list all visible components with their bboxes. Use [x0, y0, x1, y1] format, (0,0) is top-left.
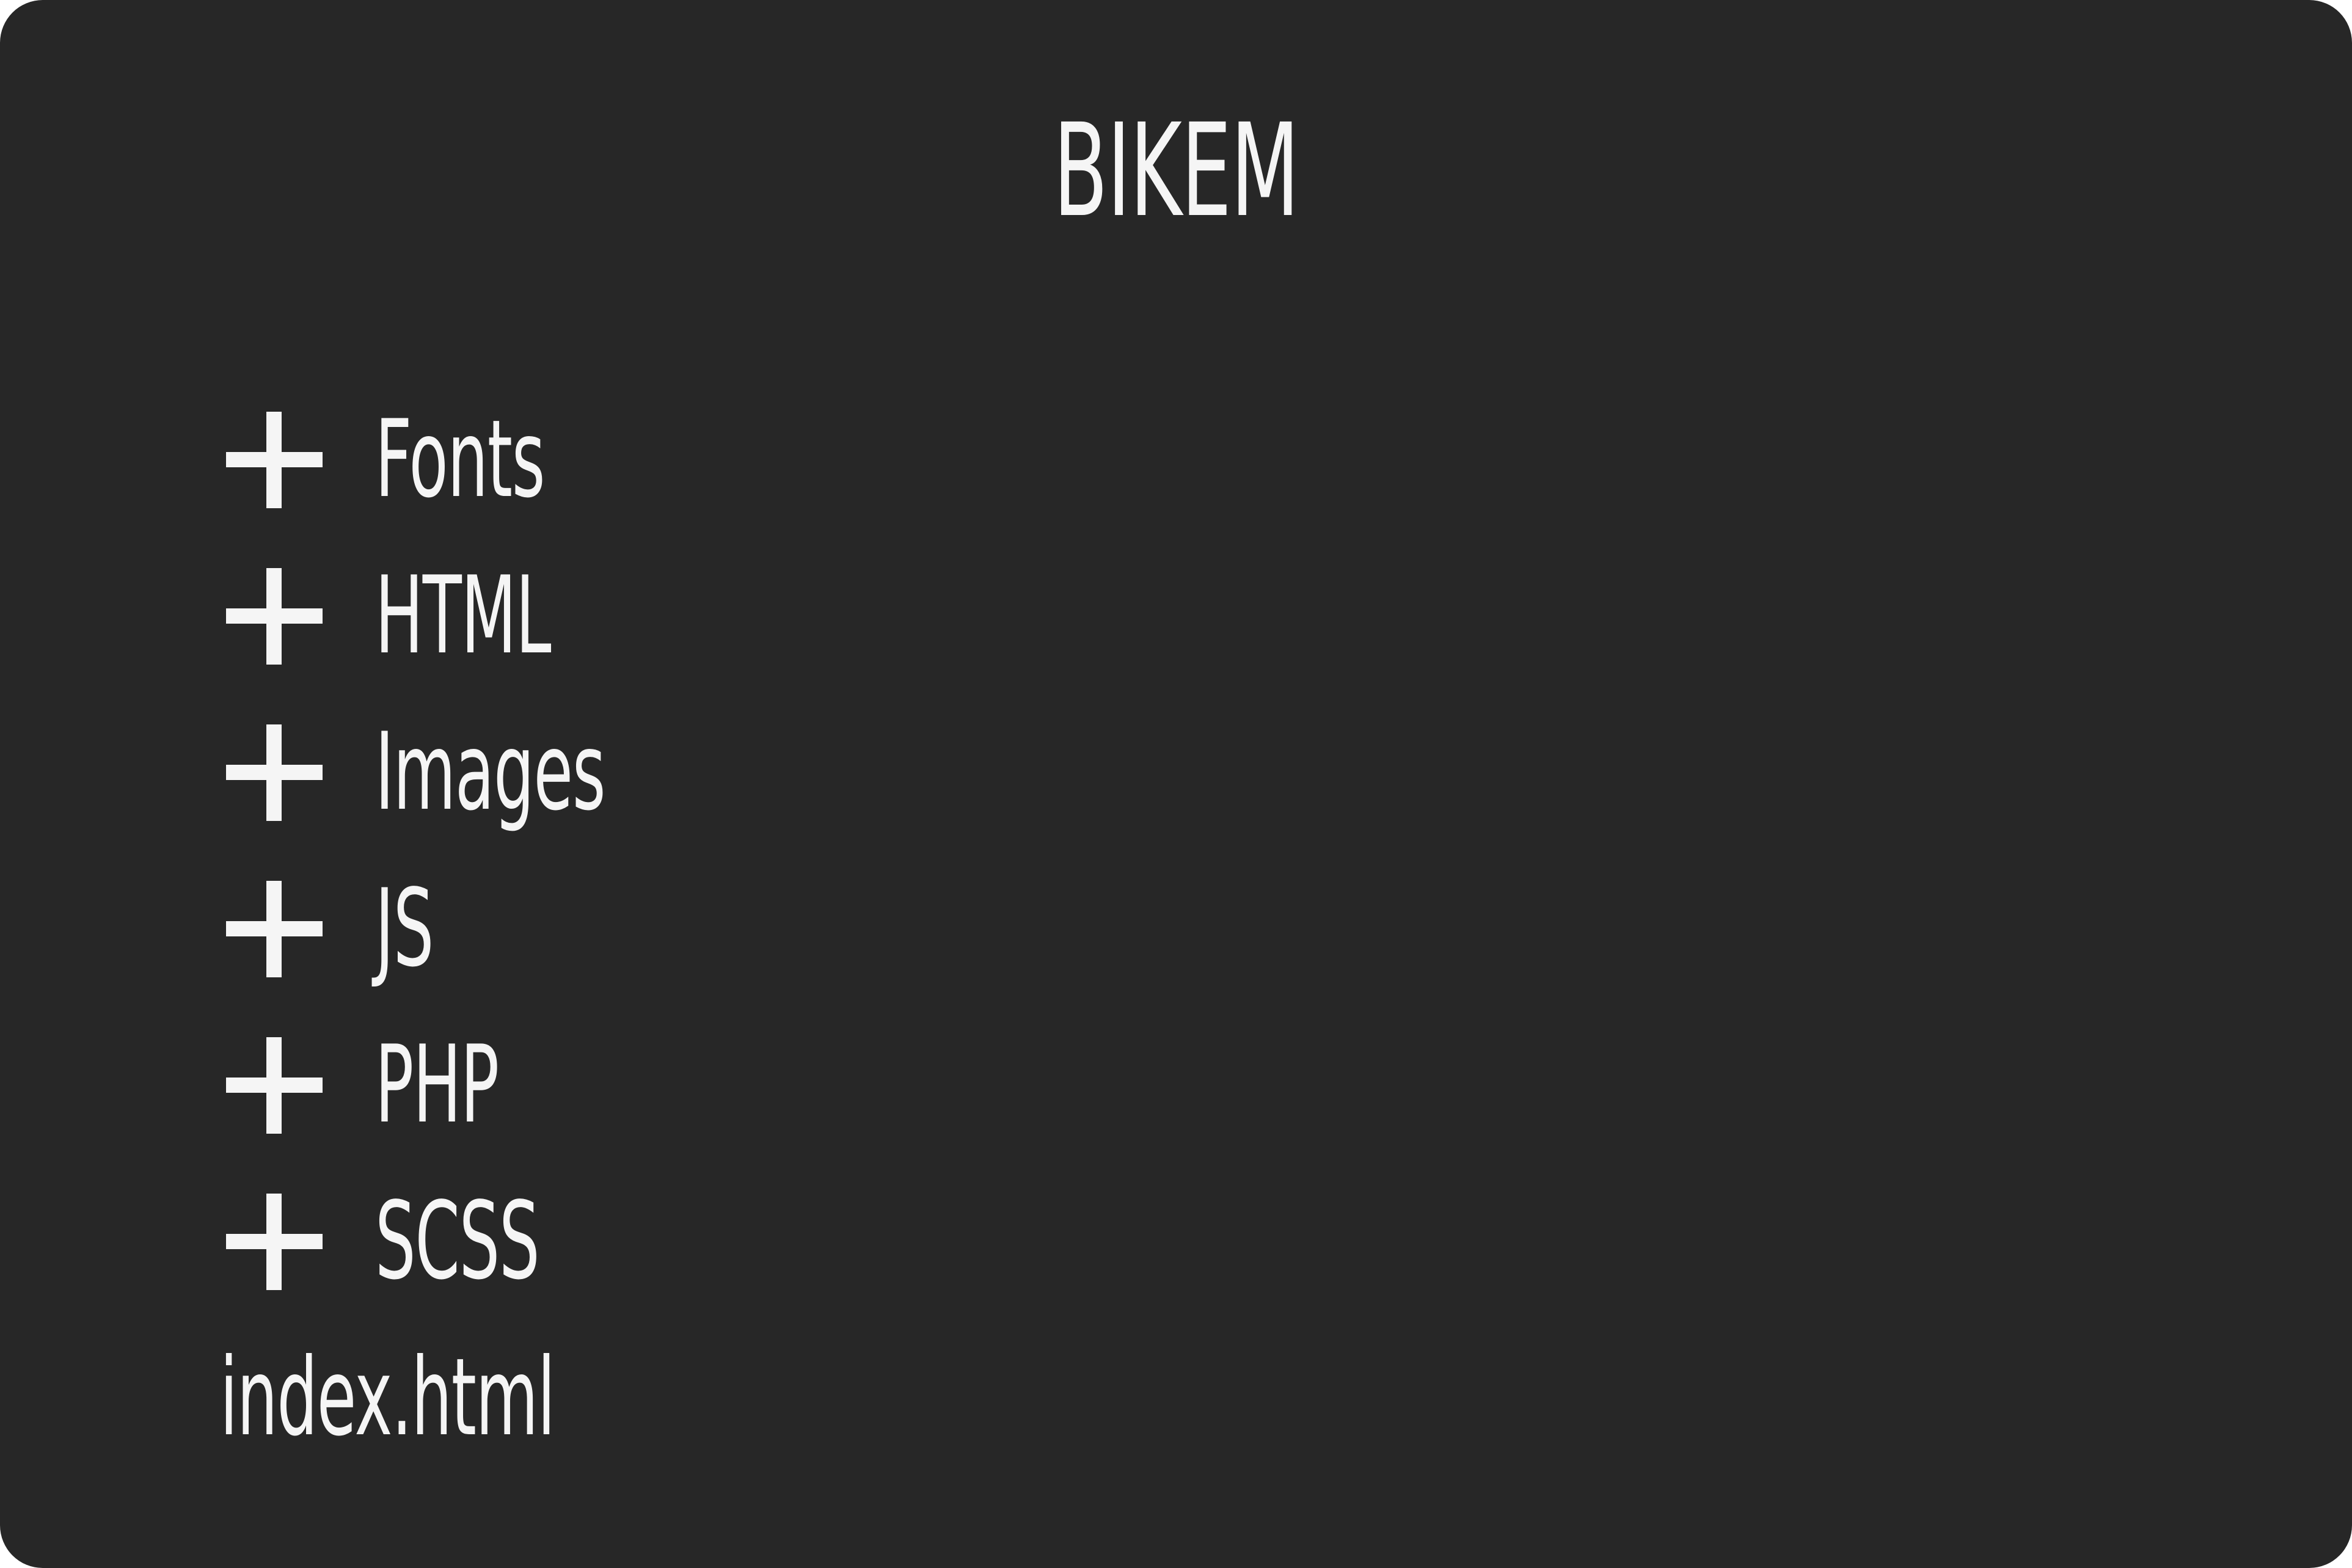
folder-scss[interactable]: SCSS [220, 1164, 1442, 1320]
folder-label: PHP [375, 1023, 499, 1147]
folder-label: SCSS [375, 1180, 540, 1304]
folder-label: Images [375, 710, 606, 834]
file-tree-panel: BIKEM Fonts HTML Images JS PHP SCSS inde… [0, 0, 2352, 1568]
folder-label: JS [375, 867, 434, 991]
plus-icon[interactable] [226, 724, 323, 821]
plus-icon[interactable] [226, 881, 323, 977]
folder-html[interactable]: HTML [220, 538, 1442, 695]
folder-php[interactable]: PHP [220, 1007, 1442, 1164]
plus-icon[interactable] [226, 412, 323, 508]
folder-fonts[interactable]: Fonts [220, 382, 1442, 538]
project-title: BIKEM [1053, 96, 1299, 246]
folder-label: HTML [375, 554, 552, 678]
file-index-html[interactable]: index.html [220, 1320, 1442, 1476]
file-tree: Fonts HTML Images JS PHP SCSS index.html [220, 382, 1442, 1476]
folder-label: Fonts [375, 398, 546, 522]
folder-js[interactable]: JS [220, 851, 1442, 1007]
plus-icon[interactable] [226, 1037, 323, 1134]
file-label: index.html [220, 1336, 555, 1460]
plus-icon[interactable] [226, 1194, 323, 1290]
plus-icon[interactable] [226, 568, 323, 665]
folder-images[interactable]: Images [220, 695, 1442, 851]
